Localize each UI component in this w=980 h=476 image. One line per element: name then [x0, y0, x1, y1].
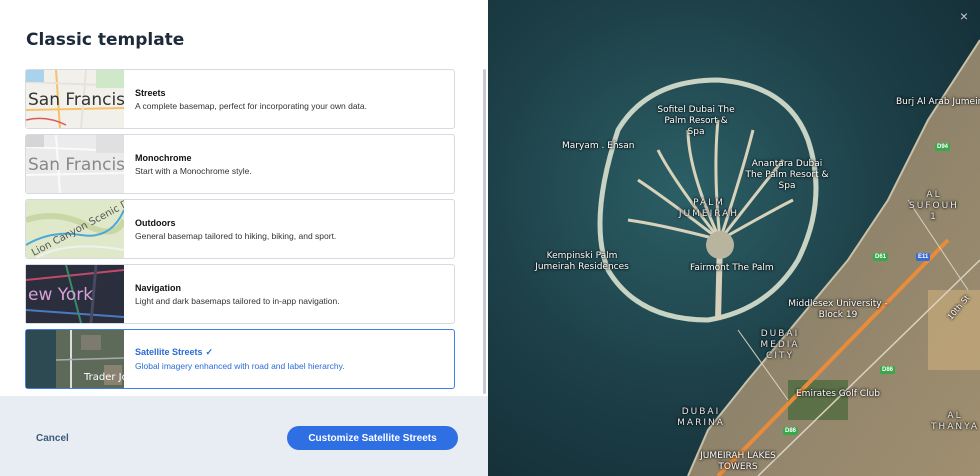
monochrome-thumbnail: San Francisco	[26, 135, 124, 193]
template-desc-satellite-streets: Global imagery enhanced with road and la…	[135, 361, 345, 371]
check-icon: ✓	[205, 347, 214, 357]
outdoors-thumbnail: Lion Canyon Scenic Dr	[26, 200, 124, 258]
template-card-satellite-streets[interactable]: Trader Jo Satellite Streets ✓ Global imag…	[25, 329, 455, 389]
streets-thumbnail: San Francisco	[26, 70, 124, 128]
map-label-kempinski: Kempinski Palm Jumeirah Residences	[535, 251, 629, 272]
satellite-thumbnail: Trader Jo	[26, 330, 124, 388]
navigation-thumbnail-text: ew York	[28, 285, 94, 305]
template-title-outdoors: Outdoors	[135, 217, 176, 228]
template-title-navigation: Navigation	[135, 282, 182, 293]
template-desc-monochrome: Start with a Monochrome style.	[135, 165, 252, 176]
map-label-media-city: DUBAI MEDIA CITY	[760, 329, 800, 361]
satellite-thumbnail-text: Trader Jo	[84, 372, 124, 383]
template-desc-streets: A complete basemap, perfect for incorpor…	[135, 100, 367, 111]
template-title-monochrome: Monochrome	[135, 152, 192, 163]
template-list: San Francisco Streets A complete basemap…	[25, 69, 455, 394]
template-desc-navigation: Light and dark basemaps tailored to in-a…	[135, 295, 340, 306]
template-card-streets[interactable]: San Francisco Streets A complete basemap…	[25, 69, 455, 129]
cancel-button[interactable]: Cancel	[36, 433, 69, 444]
road-shield-e11: E11	[916, 253, 931, 261]
template-card-outdoors[interactable]: Lion Canyon Scenic Dr Outdoors General b…	[25, 199, 455, 259]
template-title-satellite-streets: Satellite Streets	[135, 347, 203, 357]
template-card-navigation[interactable]: ew York Navigation Light and dark basema…	[25, 264, 455, 324]
road-shield-d86-1: D86	[880, 366, 896, 374]
close-icon[interactable]: ×	[960, 8, 968, 24]
map-label-sofitel: Sofitel Dubai The Palm Resort & Spa	[657, 105, 735, 137]
navigation-thumbnail: ew York	[26, 265, 124, 323]
map-label-middlesex: Middlesex University - Block 19	[788, 299, 888, 320]
road-shield-d94: D94	[935, 143, 951, 151]
map-label-anantara: Anantara Dubai The Palm Resort & Spa	[745, 159, 829, 191]
map-label-al-sufouh: AL SUFOUH 1	[909, 190, 959, 222]
scrollbar[interactable]	[483, 69, 486, 394]
template-card-monochrome[interactable]: San Francisco Monochrome Start with a Mo…	[25, 134, 455, 194]
template-title-streets: Streets	[135, 87, 166, 98]
template-panel: Classic template San Francisco Streets A	[0, 0, 488, 476]
road-shield-d86-2: D86	[783, 427, 799, 435]
map-label-fairmont: Fairmont The Palm	[690, 263, 774, 273]
streets-thumbnail-text: San Francisco	[28, 90, 124, 110]
map-label-al-thanya: AL THANYA	[930, 411, 980, 432]
footer: Cancel Customize Satellite Streets	[0, 396, 488, 476]
road-shield-d61: D61	[873, 253, 889, 261]
monochrome-thumbnail-text: San Francisco	[28, 155, 124, 175]
map-label-golf: Emirates Golf Club	[796, 389, 880, 399]
customize-button[interactable]: Customize Satellite Streets	[287, 426, 458, 450]
map-label-jlt: JUMEIRAH LAKES TOWERS	[700, 451, 776, 472]
map-label-burj: Burj Al Arab Jumeira	[896, 97, 980, 107]
map-label-marina: DUBAI MARINA	[677, 407, 725, 428]
template-desc-outdoors: General basemap tailored to hiking, biki…	[135, 230, 337, 241]
map-label-maryam: Maryam . Ehsan	[562, 141, 635, 151]
satellite-imagery	[488, 0, 980, 476]
map-label-palm-jumeirah: PALM JUMEIRAH	[678, 198, 740, 219]
panel-title: Classic template	[26, 30, 185, 50]
satellite-map-preview[interactable]: × Sofitel Dubai The Palm Resort & Spa Ma…	[488, 0, 980, 476]
